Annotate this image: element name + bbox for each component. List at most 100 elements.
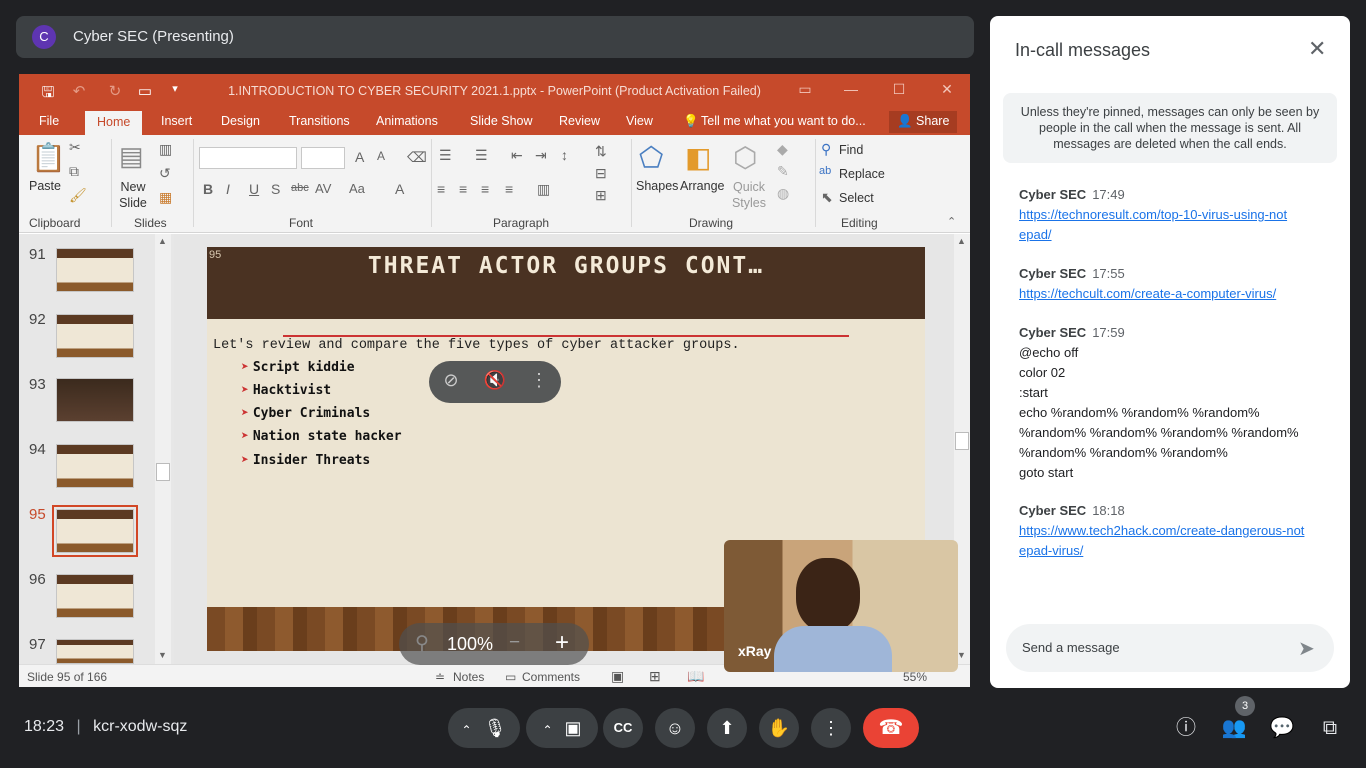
slide-thumbnail[interactable] bbox=[56, 314, 134, 358]
new-slide-icon[interactable]: ▤ bbox=[119, 141, 144, 172]
minimize-icon[interactable]: — bbox=[841, 81, 861, 97]
font-family-select[interactable] bbox=[199, 147, 297, 169]
bold-icon[interactable]: B bbox=[203, 181, 213, 197]
slide-thumbnail[interactable] bbox=[56, 248, 134, 292]
font-color-icon[interactable]: A bbox=[395, 181, 404, 197]
tab-review[interactable]: Review bbox=[559, 114, 600, 128]
mute-audio-icon[interactable]: 🔇 bbox=[483, 370, 507, 391]
send-icon[interactable]: ➤ bbox=[1298, 636, 1315, 661]
shape-outline-icon[interactable]: ✎ bbox=[777, 163, 789, 180]
smartart-icon[interactable]: ⊞ bbox=[595, 187, 607, 204]
present-button[interactable]: ⬆ bbox=[707, 708, 747, 748]
reading-view-icon[interactable]: 📖 bbox=[687, 668, 704, 685]
select-icon[interactable]: ⬉ bbox=[821, 189, 833, 206]
section-icon[interactable]: ▦ bbox=[159, 189, 172, 206]
layout-icon[interactable]: ▥ bbox=[159, 141, 172, 158]
notes-icon[interactable]: ≐ bbox=[435, 670, 445, 684]
scroll-up-icon[interactable]: ▲ bbox=[158, 236, 167, 246]
decrease-font-icon[interactable]: A bbox=[377, 149, 385, 163]
align-left-icon[interactable]: ≡ bbox=[437, 181, 445, 197]
replace-icon[interactable]: ab bbox=[819, 165, 831, 177]
arrange-icon[interactable]: ◧ bbox=[685, 141, 711, 174]
underline-icon[interactable]: U bbox=[249, 181, 259, 197]
numbering-icon[interactable]: ☰ bbox=[475, 147, 488, 164]
close-window-icon[interactable]: ✕ bbox=[937, 81, 957, 98]
slide-thumbnail-selected[interactable] bbox=[52, 505, 138, 557]
self-view-tile[interactable]: xRay bbox=[724, 540, 958, 672]
cut-icon[interactable]: ✂ bbox=[69, 139, 81, 156]
text-direction-icon[interactable]: ⇅ bbox=[595, 143, 607, 160]
tell-me-box[interactable]: Tell me what you want to do... bbox=[701, 114, 866, 128]
slide-thumbnail[interactable] bbox=[56, 574, 134, 618]
justify-icon[interactable]: ≡ bbox=[505, 181, 513, 197]
thumbnail-scrollbar[interactable]: ▲ ▼ bbox=[155, 234, 171, 664]
activities-icon[interactable]: ⧉ bbox=[1316, 714, 1344, 742]
slide-thumbnail[interactable] bbox=[56, 444, 134, 488]
clear-format-icon[interactable]: ⌫ bbox=[407, 149, 427, 166]
zoom-minus-icon[interactable]: − bbox=[509, 632, 520, 654]
tab-insert[interactable]: Insert bbox=[161, 114, 192, 128]
comments-button[interactable]: Comments bbox=[522, 670, 580, 684]
more-options-button[interactable]: ⋮ bbox=[811, 708, 851, 748]
align-text-icon[interactable]: ⊟ bbox=[595, 165, 607, 182]
change-case-icon[interactable]: Aa bbox=[349, 181, 365, 196]
notes-button[interactable]: Notes bbox=[453, 670, 484, 684]
leave-call-button[interactable]: ☎ bbox=[863, 708, 919, 748]
zoom-out-magnifier-icon[interactable]: ⚲ bbox=[415, 632, 429, 655]
scroll-down-icon[interactable]: ▼ bbox=[158, 650, 167, 660]
normal-view-icon[interactable]: ▣ bbox=[611, 668, 624, 685]
message-link[interactable]: https://www.tech2hack.com/create-dangero… bbox=[1019, 521, 1309, 561]
zoom-level[interactable]: 55% bbox=[903, 670, 927, 684]
collapse-ribbon-icon[interactable]: ⌃ bbox=[947, 215, 956, 228]
shadow-icon[interactable]: S bbox=[271, 181, 280, 197]
chevron-up-icon[interactable]: ⌃ bbox=[462, 723, 472, 737]
meeting-details-icon[interactable]: ⓘ bbox=[1172, 714, 1200, 742]
shapes-icon[interactable]: ⬠ bbox=[639, 141, 663, 174]
share-button[interactable]: 👤 Share bbox=[889, 111, 958, 133]
find-button[interactable]: Find bbox=[839, 143, 863, 157]
tab-animations[interactable]: Animations bbox=[376, 114, 438, 128]
reset-icon[interactable]: ↺ bbox=[159, 165, 171, 182]
copy-icon[interactable]: ⧉ bbox=[69, 163, 79, 180]
shape-fill-icon[interactable]: ◆ bbox=[777, 141, 788, 158]
slide-sorter-icon[interactable]: ⊞ bbox=[649, 668, 661, 685]
replace-button[interactable]: Replace bbox=[839, 167, 885, 181]
columns-icon[interactable]: ▥ bbox=[537, 181, 550, 198]
strikethrough-icon[interactable]: abc bbox=[291, 182, 309, 194]
more-options-icon[interactable]: ⋮ bbox=[527, 370, 551, 391]
scroll-up-icon[interactable]: ▲ bbox=[957, 236, 966, 246]
raise-hand-button[interactable]: ✋ bbox=[759, 708, 799, 748]
paste-button[interactable]: Paste bbox=[29, 179, 61, 193]
close-chat-icon[interactable]: ✕ bbox=[1308, 36, 1326, 62]
message-link[interactable]: https://technoresult.com/top-10-virus-us… bbox=[1019, 205, 1289, 245]
font-size-select[interactable] bbox=[301, 147, 345, 169]
select-button[interactable]: Select bbox=[839, 191, 874, 205]
reactions-button[interactable]: ☺ bbox=[655, 708, 695, 748]
new-slide-button[interactable]: New Slide bbox=[115, 179, 151, 211]
tab-slide-show[interactable]: Slide Show bbox=[470, 114, 533, 128]
format-painter-icon[interactable]: 🖌 bbox=[69, 187, 87, 204]
quick-styles-icon[interactable]: ⬡ bbox=[733, 141, 757, 174]
arrange-button[interactable]: Arrange bbox=[680, 179, 724, 193]
decrease-indent-icon[interactable]: ⇤ bbox=[511, 147, 523, 164]
tab-transitions[interactable]: Transitions bbox=[289, 114, 350, 128]
ribbon-display-icon[interactable]: ▭ bbox=[795, 81, 815, 98]
comments-icon[interactable]: ▭ bbox=[505, 670, 516, 684]
tab-view[interactable]: View bbox=[626, 114, 653, 128]
increase-indent-icon[interactable]: ⇥ bbox=[535, 147, 547, 164]
chevron-up-icon[interactable]: ⌃ bbox=[542, 723, 552, 737]
scroll-down-icon[interactable]: ▼ bbox=[957, 650, 966, 660]
shapes-button[interactable]: Shapes bbox=[636, 179, 678, 193]
tab-file[interactable]: File bbox=[39, 114, 59, 128]
paste-icon[interactable]: 📋 bbox=[31, 141, 66, 174]
char-spacing-icon[interactable]: AV bbox=[315, 181, 331, 196]
shape-effects-icon[interactable]: ◍ bbox=[777, 185, 789, 202]
unpin-icon[interactable]: ⊘ bbox=[439, 370, 463, 391]
chat-icon[interactable]: 💬 bbox=[1268, 714, 1296, 742]
tab-design[interactable]: Design bbox=[221, 114, 260, 128]
scroll-thumb[interactable] bbox=[156, 463, 170, 481]
align-center-icon[interactable]: ≡ bbox=[459, 181, 467, 197]
maximize-icon[interactable]: ☐ bbox=[889, 81, 909, 98]
italic-icon[interactable]: I bbox=[226, 181, 230, 197]
camera-button[interactable]: ⌃ ▣ bbox=[526, 708, 598, 748]
